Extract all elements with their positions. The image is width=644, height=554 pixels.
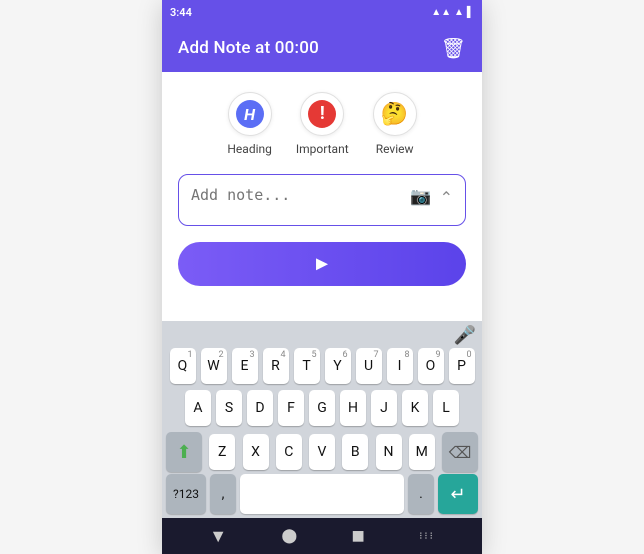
backspace-key[interactable]: ⌫ <box>442 432 478 472</box>
keyboard-row-1: 1Q 2W 3E 4R 5T 6Y 7U 8I 9O 0P <box>162 348 482 384</box>
key-U[interactable]: 7U <box>356 348 382 384</box>
top-bar: Add Note at 00:00 🗑 <box>162 24 482 72</box>
key-B[interactable]: B <box>342 434 368 470</box>
status-bar-right: ▲▲ ▲ ▌ <box>431 7 474 18</box>
tag-item-review[interactable]: 🤔 Review <box>373 92 417 156</box>
key-W[interactable]: 2W <box>201 348 227 384</box>
period-key[interactable]: . <box>408 474 434 514</box>
key-E[interactable]: 3E <box>232 348 258 384</box>
key-L[interactable]: L <box>433 390 459 426</box>
tag-circle-review: 🤔 <box>373 92 417 136</box>
chevron-up-icon[interactable]: ⌃ <box>440 188 453 207</box>
key-N[interactable]: N <box>376 434 402 470</box>
keyboard-bottom-row: ?123 , . ↵ <box>162 474 482 518</box>
tag-item-heading[interactable]: H Heading <box>227 92 272 156</box>
key-P[interactable]: 0P <box>449 348 475 384</box>
key-A[interactable]: A <box>185 390 211 426</box>
keyboard-row-3: ⬆ Z X C V B N M ⌫ <box>162 432 482 472</box>
tag-label-heading: Heading <box>227 142 272 156</box>
status-bar: 3:44 ▲▲ ▲ ▌ <box>162 0 482 24</box>
key-Y[interactable]: 6Y <box>325 348 351 384</box>
camera-icon[interactable]: 📷 <box>410 187 431 207</box>
main-content: H Heading ! Important 🤔 Review 📷 <box>162 72 482 321</box>
enter-key[interactable]: ↵ <box>438 474 478 514</box>
send-button[interactable]: ► <box>178 242 466 286</box>
key-O[interactable]: 9O <box>418 348 444 384</box>
review-icon: 🤔 <box>381 102 408 127</box>
key-G[interactable]: G <box>309 390 335 426</box>
key-R[interactable]: 4R <box>263 348 289 384</box>
key-T[interactable]: 5T <box>294 348 320 384</box>
tag-circle-important: ! <box>300 92 344 136</box>
tag-circle-heading: H <box>228 92 272 136</box>
key-V[interactable]: V <box>309 434 335 470</box>
signal-icon: ▲▲ <box>431 7 451 18</box>
key-M[interactable]: M <box>409 434 435 470</box>
key-C[interactable]: C <box>276 434 302 470</box>
menu-nav-icon[interactable]: ⁝⁝⁝ <box>419 531 435 542</box>
shift-key[interactable]: ⬆ <box>166 432 202 472</box>
phone-frame: 3:44 ▲▲ ▲ ▌ Add Note at 00:00 🗑 H Headin… <box>162 0 482 554</box>
key-Q[interactable]: 1Q <box>170 348 196 384</box>
note-input[interactable] <box>191 185 410 213</box>
top-bar-title: Add Note at 00:00 <box>178 38 319 58</box>
microphone-icon[interactable]: 🎤 <box>454 325 476 346</box>
key-I[interactable]: 8I <box>387 348 413 384</box>
tag-item-important[interactable]: ! Important <box>296 92 349 156</box>
key-X[interactable]: X <box>243 434 269 470</box>
note-input-icons: 📷 ⌃ <box>410 187 453 207</box>
key-J[interactable]: J <box>371 390 397 426</box>
status-time: 3:44 <box>170 6 192 19</box>
key-K[interactable]: K <box>402 390 428 426</box>
home-nav-icon[interactable]: ⬤ <box>281 528 297 544</box>
key-D[interactable]: D <box>247 390 273 426</box>
keyboard-row-2: A S D F G H J K L <box>162 390 482 426</box>
key-H[interactable]: H <box>340 390 366 426</box>
num-toggle-key[interactable]: ?123 <box>166 474 206 514</box>
wifi-icon: ▲ <box>454 7 464 18</box>
recents-nav-icon[interactable]: ■ <box>352 523 365 549</box>
nav-bar: ▼ ⬤ ■ ⁝⁝⁝ <box>162 518 482 554</box>
tag-label-review: Review <box>376 142 414 156</box>
keyboard-mic-row: 🎤 <box>162 325 482 346</box>
heading-icon: H <box>236 100 264 128</box>
battery-icon: ▌ <box>467 7 474 18</box>
delete-button[interactable]: 🗑 <box>441 36 466 60</box>
send-arrow-icon: ► <box>312 253 332 276</box>
comma-key[interactable]: , <box>210 474 236 514</box>
key-Z[interactable]: Z <box>209 434 235 470</box>
key-S[interactable]: S <box>216 390 242 426</box>
tag-row: H Heading ! Important 🤔 Review <box>227 92 416 156</box>
tag-label-important: Important <box>296 142 349 156</box>
status-bar-left: 3:44 <box>170 6 192 19</box>
keyboard-area: 🎤 1Q 2W 3E 4R 5T 6Y 7U 8I 9O 0P A S D F … <box>162 321 482 518</box>
space-key[interactable] <box>240 474 404 514</box>
important-icon: ! <box>308 100 336 128</box>
key-F[interactable]: F <box>278 390 304 426</box>
note-input-wrap: 📷 ⌃ <box>178 174 466 226</box>
back-nav-icon[interactable]: ▼ <box>209 526 227 547</box>
